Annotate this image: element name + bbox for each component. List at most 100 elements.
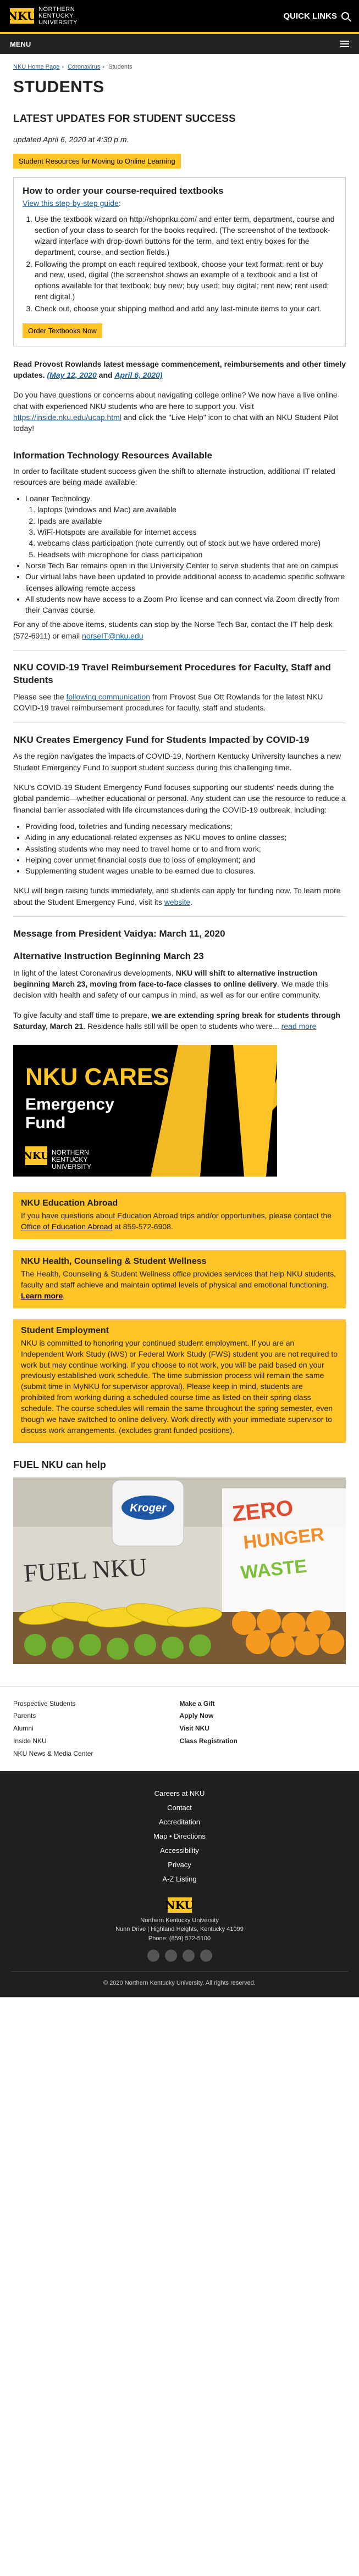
youtube-icon[interactable]	[200, 1950, 212, 1962]
list-item: Norse Tech Bar remains open in the Unive…	[25, 560, 346, 571]
footer-link[interactable]: A-Z Listing	[11, 1872, 348, 1886]
emergency-list: Providing food, toiletries and funding n…	[25, 821, 346, 876]
footer-link[interactable]: Contact	[11, 1801, 348, 1815]
learn-more-link[interactable]: Learn more	[21, 1291, 63, 1300]
ucap-link[interactable]: https://inside.nku.edu/ucap.html	[13, 413, 121, 422]
footer-link[interactable]: Accessibility	[11, 1844, 348, 1858]
textbook-heading: How to order your course-required textbo…	[23, 186, 224, 196]
provost-message: Read Provost Rowlands latest message com…	[13, 359, 346, 380]
quick-links-label: QUICK LINKS	[283, 11, 338, 21]
breadcrumb-coronavirus[interactable]: Coronavirus	[68, 64, 100, 70]
student-employment-heading: Student Employment	[21, 1325, 109, 1335]
list-item: All students now have access to a Zoom P…	[25, 593, 346, 616]
textbook-box: How to order your course-required textbo…	[13, 177, 346, 346]
president-p1: In light of the latest Coronavirus devel…	[13, 968, 329, 1000]
emergency-p3: NKU will begin raising funds immediately…	[13, 886, 341, 906]
nku-cares-banner[interactable]: NKU CARES Emergency Fund NKU Northern Ke…	[13, 1045, 277, 1177]
footer-link[interactable]: Apply Now	[180, 1710, 346, 1722]
list-item: webcams class participation (note curren…	[37, 537, 346, 548]
list-item: WiFi-Hotspots are available for internet…	[37, 527, 346, 537]
footer-link[interactable]: Careers at NKU	[11, 1787, 348, 1801]
travel-reimbursement-heading: NKU COVID-19 Travel Reimbursement Proced…	[13, 662, 331, 685]
breadcrumb-current: Students	[108, 64, 132, 70]
footer-logo[interactable]: NKU	[11, 1897, 348, 1913]
footer-link[interactable]: Privacy	[11, 1858, 348, 1872]
main-content: NKU Home Page › Coronavirus › Students STU…	[0, 54, 359, 1664]
divider	[13, 916, 346, 917]
footer-link[interactable]: Class Registration	[180, 1735, 346, 1748]
nku-logo-text: Northern Kentucky University	[38, 6, 78, 26]
footer-link[interactable]: Parents	[13, 1710, 180, 1722]
search-icon[interactable]	[341, 12, 349, 20]
list-item: Aiding in any educational-related expens…	[25, 832, 346, 843]
nku-logo[interactable]: NKU Northern Kentucky University	[8, 6, 78, 26]
list-item: Assisting students who may need to trave…	[25, 843, 346, 854]
footer-link[interactable]: Map • Directions	[11, 1829, 348, 1844]
top-header: NKU Northern Kentucky University QUICK L…	[0, 0, 359, 32]
education-abroad-card: NKU Education Abroad If you have questio…	[13, 1192, 346, 1240]
list-item: Helping cover unmet financial costs due …	[25, 854, 346, 865]
it-resources-heading: Information Technology Resources Availab…	[13, 450, 213, 461]
alternative-instruction-heading: Alternative Instruction Beginning March …	[13, 950, 204, 961]
list-item: Loaner Technology laptops (windows and M…	[25, 493, 346, 560]
list-item: Supplementing student wages unable to be…	[25, 865, 346, 876]
emergency-p2: NKU's COVID-19 Student Emergency Fund fo…	[13, 783, 346, 814]
student-resources-button[interactable]: Student Resources for Moving to Online L…	[13, 154, 181, 169]
footer-link[interactable]: Alumni	[13, 1722, 180, 1735]
footer-link[interactable]: Visit NKU	[180, 1722, 346, 1735]
breadcrumb-home[interactable]: NKU Home Page	[13, 64, 59, 70]
nku-logo-mark: NKU	[23, 1146, 49, 1166]
health-counseling-heading: NKU Health, Counseling & Student Wellnes…	[21, 1257, 207, 1267]
emergency-website-link[interactable]: website	[164, 898, 190, 906]
fuel-photo-illustration: ZERO HUNGER WASTE Kroger FUEL NKU	[13, 1477, 346, 1664]
menu-bar[interactable]: MENU	[0, 34, 359, 54]
social-links	[11, 1950, 348, 1962]
list-item: Our virtual labs have been updated to pr…	[25, 571, 346, 593]
footer-link[interactable]: Inside NKU	[13, 1735, 180, 1748]
instagram-icon[interactable]	[182, 1950, 195, 1962]
president-message-heading: Message from President Vaidya: March 11,…	[13, 928, 225, 939]
updated-timestamp: updated April 6, 2020 at 4:30 p.m.	[13, 135, 129, 144]
april-6-link[interactable]: April 6, 2020)	[114, 371, 162, 379]
copyright: © 2020 Northern Kentucky University. All…	[11, 1972, 348, 1986]
latest-updates-heading: LATEST UPDATES FOR STUDENT SUCCESS	[13, 113, 236, 125]
hamburger-icon[interactable]	[340, 41, 349, 47]
footer: Prospective Students Parents Alumni Insi…	[0, 1685, 359, 1998]
guide-link[interactable]: View this step-by-step guide	[23, 199, 119, 208]
footer-link[interactable]: NKU News & Media Center	[13, 1748, 180, 1760]
travel-reimbursement-text: Please see the following communication f…	[13, 692, 323, 713]
it-resources-list: Loaner Technology laptops (windows and M…	[25, 493, 346, 615]
footer-dark: Careers at NKU Contact Accreditation Map…	[0, 1771, 359, 1998]
navigate-online-text: Do you have questions or concerns about …	[13, 390, 339, 433]
textbook-steps: Use the textbook wizard on http://shopnk…	[35, 214, 336, 315]
student-employment-text: NKU is committed to honoring your contin…	[21, 1338, 338, 1435]
textbook-step: Following the prompt on each required te…	[35, 259, 336, 303]
president-p2: To give faculty and staff time to prepar…	[13, 1010, 340, 1031]
fuel-nku-photo: ZERO HUNGER WASTE Kroger FUEL NKU	[13, 1477, 346, 1664]
order-textbooks-button[interactable]: Order Textbooks Now	[23, 323, 102, 338]
twitter-icon[interactable]	[164, 1950, 177, 1962]
health-counseling-card: NKU Health, Counseling & Student Wellnes…	[13, 1250, 346, 1308]
education-abroad-link[interactable]: Office of Education Abroad	[21, 1222, 112, 1231]
education-abroad-heading: NKU Education Abroad	[21, 1199, 118, 1208]
communication-link[interactable]: following communication	[67, 692, 151, 701]
read-more-link[interactable]: read more	[281, 1022, 317, 1031]
footer-col-audiences: Prospective Students Parents Alumni Insi…	[13, 1698, 180, 1760]
it-intro: In order to facilitate student success g…	[13, 466, 335, 486]
may-12-link[interactable]: (May 12, 2020	[47, 371, 96, 379]
list-item: Providing food, toiletries and funding n…	[25, 821, 346, 832]
footer-col-actions: Make a Gift Apply Now Visit NKU Class Re…	[180, 1698, 346, 1760]
quick-links-button[interactable]: QUICK LINKS	[283, 11, 349, 21]
fuel-nku-heading: FUEL NKU can help	[13, 1459, 106, 1470]
textbook-step: Use the textbook wizard on http://shopnk…	[35, 214, 336, 258]
breadcrumb: NKU Home Page › Coronavirus › Students	[13, 64, 132, 70]
footer-link[interactable]: Prospective Students	[13, 1698, 180, 1710]
textbook-step: Check out, choose your shipping method a…	[35, 304, 336, 315]
emergency-p1: As the region navigates the impacts of C…	[13, 752, 341, 772]
norseit-email-link[interactable]: norseIT@nku.edu	[82, 631, 143, 640]
footer-link[interactable]: Accreditation	[11, 1815, 348, 1829]
facebook-icon[interactable]	[147, 1950, 159, 1962]
footer-link[interactable]: Make a Gift	[180, 1698, 346, 1710]
footer-address: Northern Kentucky University Nunn Drive …	[115, 1917, 244, 1942]
student-employment-card: Student Employment NKU is committed to h…	[13, 1319, 346, 1443]
